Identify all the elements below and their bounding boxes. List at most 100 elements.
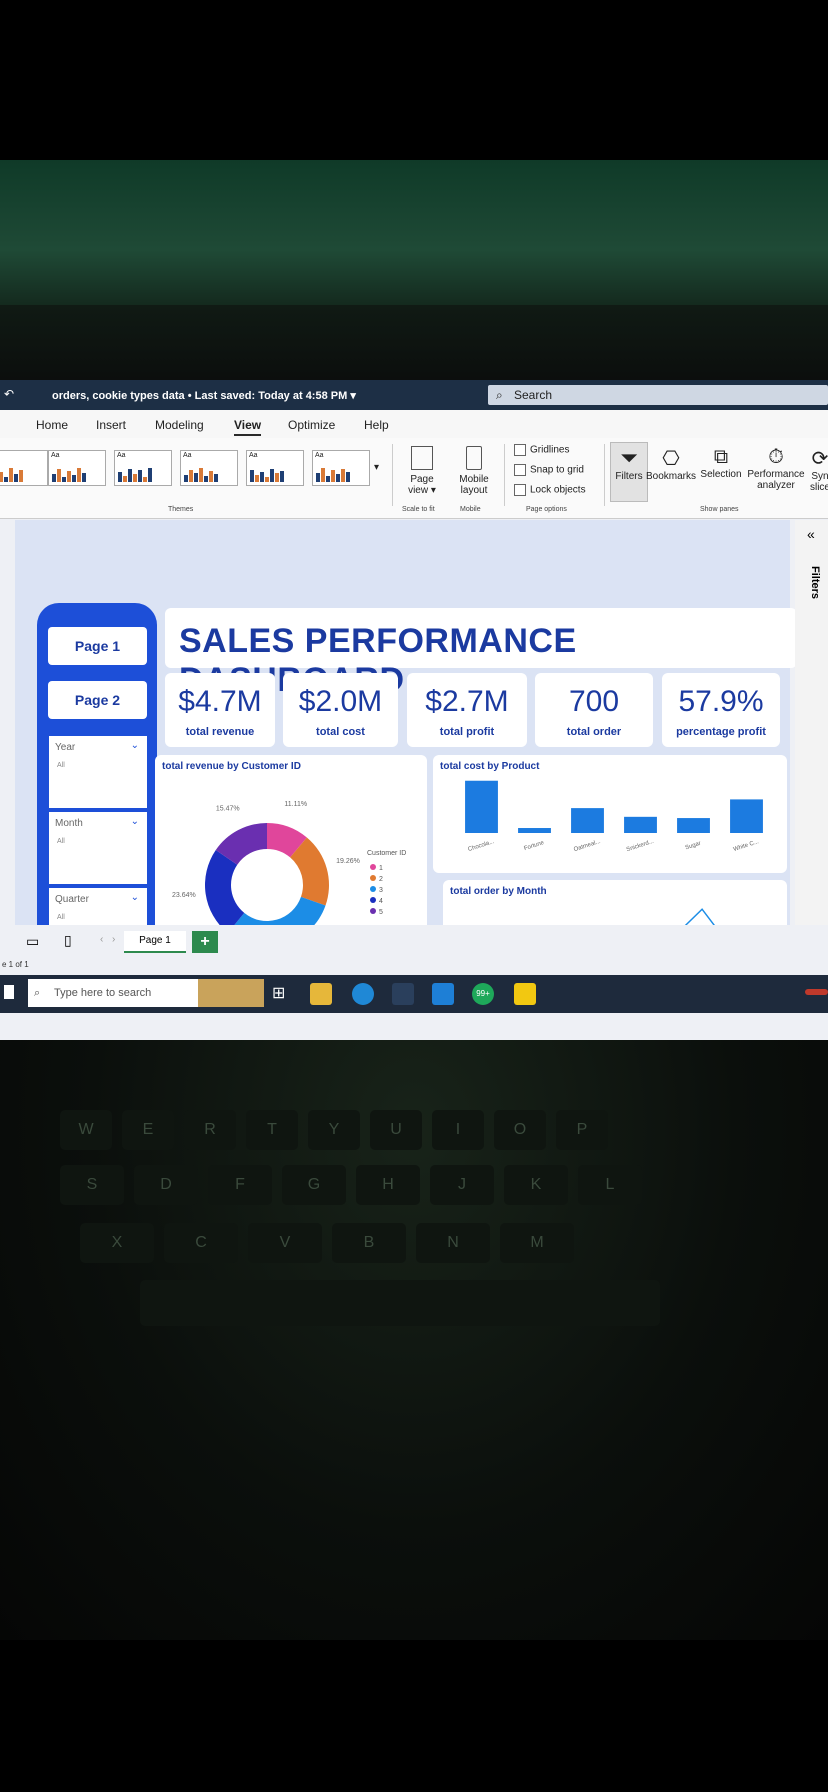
selection-pane-button[interactable]: ⧉ Selection xyxy=(700,446,742,480)
theme-swatch[interactable]: Aa xyxy=(180,450,238,486)
photo-dark-top xyxy=(0,0,828,160)
donut-data-label: 15.47% xyxy=(216,806,240,813)
mobile-group-label: Mobile xyxy=(460,506,481,513)
theme-swatch[interactable] xyxy=(0,450,48,486)
month-slicer[interactable]: Month ⌄ All xyxy=(49,812,147,884)
menu-help[interactable]: Help xyxy=(364,418,389,432)
bookmark-icon: ⎔ xyxy=(662,448,680,470)
themes-dropdown-icon[interactable]: ▾ xyxy=(374,462,379,473)
kpi-total-order[interactable]: 700 total order xyxy=(535,673,653,747)
sync-slicers-button[interactable]: ⟳ Syn slice xyxy=(808,446,828,493)
bar xyxy=(571,808,604,833)
kpi-value: 700 xyxy=(568,685,620,718)
kpi-total-revenue[interactable]: $4.7M total revenue xyxy=(165,673,275,747)
donut-data-label: 23.64% xyxy=(172,892,196,899)
keyboard-key: E xyxy=(122,1110,174,1150)
report-canvas: Page 1 Page 2 Year ⌄ All Month ⌄ All Qua… xyxy=(15,520,797,1002)
keyboard-key: V xyxy=(248,1223,322,1263)
theme-swatch[interactable]: Aa xyxy=(48,450,106,486)
x-tick-label: White C... xyxy=(733,839,760,853)
legend-marker xyxy=(370,864,376,870)
menu-view[interactable]: View xyxy=(234,418,262,436)
menu-insert[interactable]: Insert xyxy=(96,418,126,432)
keyboard-key: L xyxy=(578,1165,642,1205)
chevron-down-icon[interactable]: ⌄ xyxy=(131,816,139,827)
page-view-button[interactable]: Page view ▾ xyxy=(400,446,444,496)
keyboard-key: D xyxy=(134,1165,198,1205)
theme-swatch[interactable]: Aa xyxy=(312,450,370,486)
start-button-icon[interactable] xyxy=(4,985,14,999)
ribbon-separator xyxy=(604,444,605,506)
mail-icon[interactable] xyxy=(432,983,454,1005)
kpi-percentage-profit[interactable]: 57.9% percentage profit xyxy=(662,673,780,747)
bookmarks-pane-button[interactable]: ⎔ Bookmarks xyxy=(646,446,696,482)
expand-pane-icon[interactable]: « xyxy=(807,526,815,542)
keyboard-key: O xyxy=(494,1110,546,1150)
snap-to-grid-checkbox[interactable]: Snap to grid xyxy=(514,464,584,476)
bar xyxy=(465,780,498,833)
cost-bar-panel[interactable]: total cost by Product Chocola... Fortune O… xyxy=(433,755,787,873)
theme-swatch[interactable]: Aa xyxy=(114,450,172,486)
performance-analyzer-button[interactable]: ⏱ Performance analyzer xyxy=(744,446,808,491)
mobile-layout-button[interactable]: Mobile layout xyxy=(452,446,496,496)
menu-modeling[interactable]: Modeling xyxy=(155,418,204,432)
filter-icon: ⏷ xyxy=(620,445,638,470)
bar xyxy=(518,828,551,833)
themes-group-label: Themes xyxy=(168,506,194,513)
filters-pane-button[interactable]: ⏷ Filters xyxy=(610,442,648,502)
kpi-total-cost[interactable]: $2.0M total cost xyxy=(283,673,398,747)
desktop-layout-icon[interactable]: ▭ xyxy=(26,933,39,950)
powerbi-screen: ↶ orders, cookie types data • Last saved… xyxy=(0,380,828,1040)
search-input[interactable]: ⌕ Search xyxy=(488,385,828,405)
x-tick-label: Sugar xyxy=(685,841,702,852)
kpi-label: total order xyxy=(566,726,622,738)
menu-optimize[interactable]: Optimize xyxy=(288,418,335,432)
filters-pane-collapsed[interactable]: « Filters xyxy=(795,520,828,925)
bar xyxy=(730,799,763,833)
taskbar-tray-icon xyxy=(805,989,828,995)
taskbar-search-placeholder: Type here to search xyxy=(54,987,152,999)
kpi-label: total cost xyxy=(316,726,365,738)
keyboard-key: Y xyxy=(308,1110,360,1150)
kpi-value: $4.7M xyxy=(178,685,262,718)
chevron-down-icon[interactable]: ⌄ xyxy=(131,740,139,751)
kpi-value: $2.0M xyxy=(298,685,383,718)
taskbar-search-input[interactable]: ⌕ Type here to search xyxy=(28,979,198,1007)
lock-objects-checkbox[interactable]: Lock objects xyxy=(514,484,586,496)
kpi-total-profit[interactable]: $2.7M total profit xyxy=(407,673,527,747)
next-page-icon[interactable]: › xyxy=(112,934,115,945)
keyboard-key: F xyxy=(208,1165,272,1205)
keyboard-key: W xyxy=(60,1110,112,1150)
undo-icon[interactable]: ↶ xyxy=(4,387,14,401)
store-icon[interactable] xyxy=(392,983,414,1005)
chevron-down-icon[interactable]: ⌄ xyxy=(131,892,139,903)
edge-browser-icon[interactable] xyxy=(352,983,374,1005)
title-bar: ↶ orders, cookie types data • Last saved… xyxy=(0,380,828,410)
monitor-bezel xyxy=(0,305,828,387)
legend-title: Customer ID xyxy=(367,850,406,857)
keyboard-key: N xyxy=(416,1223,490,1263)
background-wall xyxy=(0,160,828,310)
nav-page-1-button[interactable]: Page 1 xyxy=(48,627,147,665)
x-tick-label: Fortune xyxy=(523,840,545,852)
legend-label: 2 xyxy=(379,876,383,883)
menu-home[interactable]: Home xyxy=(36,418,68,432)
keyboard-key: I xyxy=(432,1110,484,1150)
mobile-view-icon[interactable]: ▯ xyxy=(64,932,72,949)
whatsapp-icon[interactable]: 99+ xyxy=(472,983,494,1005)
add-page-button[interactable]: + xyxy=(192,931,218,953)
powerbi-icon[interactable] xyxy=(514,983,536,1005)
tab-page-1[interactable]: Page 1 xyxy=(124,931,186,953)
nav-page-2-button[interactable]: Page 2 xyxy=(48,681,147,719)
legend-label: 1 xyxy=(379,865,383,872)
theme-swatch[interactable]: Aa xyxy=(246,450,304,486)
year-slicer[interactable]: Year ⌄ All xyxy=(49,736,147,808)
keyboard-key: G xyxy=(282,1165,346,1205)
x-tick-label: Snickerd... xyxy=(626,839,655,854)
legend-label: 3 xyxy=(379,887,383,894)
file-explorer-icon[interactable] xyxy=(310,983,332,1005)
gridlines-checkbox[interactable]: Gridlines xyxy=(514,444,569,456)
task-view-icon[interactable]: ⊞ xyxy=(272,983,294,1005)
window-title: orders, cookie types data • Last saved: … xyxy=(52,390,356,402)
prev-page-icon[interactable]: ‹ xyxy=(100,934,103,945)
